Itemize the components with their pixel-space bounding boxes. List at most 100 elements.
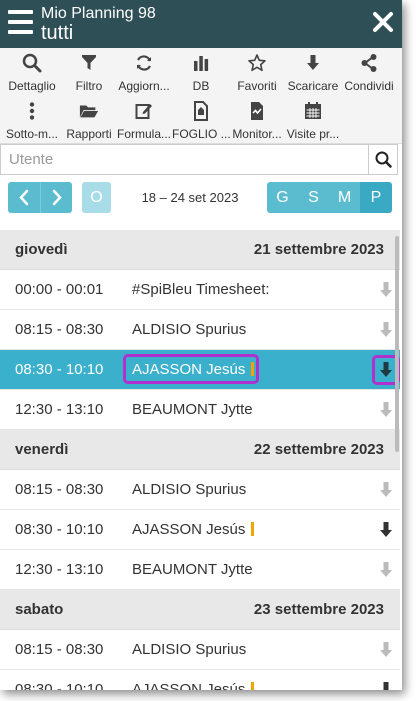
download-icon[interactable] xyxy=(378,400,394,420)
appointment-row[interactable]: 08:30 - 10:10 AJASSON Jesús xyxy=(0,670,400,690)
appointment-row[interactable]: 12:30 - 13:10 BEAUMONT Jytte xyxy=(0,550,400,590)
appointment-person: ALDISIO Spurius xyxy=(132,641,246,658)
o-button[interactable]: O xyxy=(82,182,111,213)
download-icon[interactable] xyxy=(378,560,394,580)
appointment-time: 08:15 - 08:30 xyxy=(15,481,104,498)
db-button[interactable]: DB xyxy=(172,50,230,96)
menu-icon[interactable] xyxy=(8,10,33,36)
appointment-person: #SpiBleu Timesheet: xyxy=(132,281,270,298)
monitor-button[interactable]: Monitor... xyxy=(228,98,286,144)
monitor-doc-icon xyxy=(228,101,286,125)
download-icon[interactable] xyxy=(378,280,394,300)
filtro-button[interactable]: Filtro xyxy=(60,50,118,96)
download-icon[interactable] xyxy=(378,640,394,660)
filtro-label: Filtro xyxy=(75,79,103,93)
appointment-time: 08:15 - 08:30 xyxy=(15,321,104,338)
highlight-box-person xyxy=(123,354,259,384)
app-title: Mio Planning 98 xyxy=(41,5,156,22)
appointment-time: 08:30 - 10:10 xyxy=(15,361,104,378)
share-icon xyxy=(340,53,398,77)
appointment-row[interactable]: 08:15 - 08:30 ALDISIO Spurius xyxy=(0,470,400,510)
rapporti-button[interactable]: Rapporti xyxy=(60,98,118,144)
day-name: giovedì xyxy=(15,241,68,258)
dettaglio-label: Dettaglio xyxy=(8,79,56,93)
search-icon xyxy=(375,151,392,168)
download-icon xyxy=(284,53,342,77)
aggiorna-button[interactable]: Aggiorn... xyxy=(115,50,173,96)
appointment-person-name: BEAUMONT Jytte xyxy=(132,561,253,578)
app-window: Mio Planning 98 tutti Dettaglio Filtro A… xyxy=(0,0,402,690)
download-icon[interactable] xyxy=(378,680,394,690)
appointment-row[interactable]: 12:30 - 13:10 BEAUMONT Jytte xyxy=(0,390,400,430)
appointment-row[interactable]: 08:30 - 10:10 AJASSON Jesús xyxy=(0,510,400,550)
appointment-row[interactable]: 08:15 - 08:30 ALDISIO Spurius xyxy=(0,310,400,350)
appointment-person-name: AJASSON Jesús xyxy=(132,521,246,538)
appointment-row[interactable]: 08:30 - 10:10 AJASSON Jesús xyxy=(0,350,400,390)
visite-label: Visite pr... xyxy=(286,127,340,141)
download-icon[interactable] xyxy=(378,320,394,340)
appointment-list: giovedì 21 settembre 2023 00:00 - 00:01 #Sp… xyxy=(0,230,400,690)
edit-icon xyxy=(115,101,173,125)
view-s-button[interactable]: S xyxy=(298,182,329,213)
appointment-time: 12:30 - 13:10 xyxy=(15,401,104,418)
day-header: sabato 23 settembre 2023 xyxy=(0,590,400,630)
view-m-button[interactable]: M xyxy=(329,182,360,213)
status-marker xyxy=(251,522,255,536)
day-date: 21 settembre 2023 xyxy=(253,241,384,258)
chevron-left-icon xyxy=(19,189,29,206)
appointment-person-name: ALDISIO Spurius xyxy=(132,641,247,658)
foglio-button[interactable]: FOGLIO ... xyxy=(172,98,230,144)
app-subtitle: tutti xyxy=(41,22,74,44)
search-bar xyxy=(0,144,398,175)
appointment-time: 00:00 - 00:01 xyxy=(15,281,104,298)
appointment-time: 08:30 - 10:10 xyxy=(15,681,104,690)
appointment-person: AJASSON Jesús xyxy=(132,681,255,690)
appointment-row[interactable]: 08:15 - 08:30 ALDISIO Spurius xyxy=(0,630,400,670)
appointment-person: BEAUMONT Jytte xyxy=(132,561,253,578)
download-icon[interactable] xyxy=(378,480,394,500)
search-button[interactable] xyxy=(368,145,397,174)
sotto-menu-button[interactable]: Sotto-m... xyxy=(3,98,61,144)
day-header: venerdì 22 settembre 2023 xyxy=(0,430,400,470)
document-icon xyxy=(172,101,230,125)
header-bar: Mio Planning 98 tutti xyxy=(0,0,402,48)
next-week-button[interactable] xyxy=(40,182,72,213)
filter-icon xyxy=(60,53,118,77)
star-icon xyxy=(228,53,286,77)
appointment-person-name: AJASSON Jesús xyxy=(132,681,246,690)
favoriti-label: Favoriti xyxy=(237,79,277,93)
prev-week-button[interactable] xyxy=(8,182,40,213)
appointment-person: BEAUMONT Jytte xyxy=(132,401,253,418)
day-date: 22 settembre 2023 xyxy=(253,441,384,458)
rapporti-label: Rapporti xyxy=(66,127,112,141)
scaricare-label: Scaricare xyxy=(287,79,339,93)
appointment-row[interactable]: 00:00 - 00:01 #SpiBleu Timesheet: xyxy=(0,270,400,310)
scaricare-button[interactable]: Scaricare xyxy=(284,50,342,96)
view-p-button[interactable]: P xyxy=(360,182,392,213)
condividi-button[interactable]: Condividi xyxy=(340,50,398,96)
refresh-icon xyxy=(115,53,173,77)
sotto-menu-label: Sotto-m... xyxy=(5,127,58,141)
formula-button[interactable]: Formula... xyxy=(115,98,173,144)
close-icon[interactable] xyxy=(372,10,394,34)
db-label: DB xyxy=(192,79,210,93)
appointment-person-name: ALDISIO Spurius xyxy=(132,481,247,498)
monitor-label: Monitor... xyxy=(232,127,282,141)
condividi-label: Condividi xyxy=(344,79,394,93)
search-input[interactable] xyxy=(1,145,369,174)
download-icon[interactable] xyxy=(378,520,394,540)
dettaglio-button[interactable]: Dettaglio xyxy=(3,50,61,96)
foglio-label: FOGLIO ... xyxy=(172,127,230,141)
appointment-person-name: #SpiBleu Timesheet: xyxy=(132,281,270,298)
view-g-button[interactable]: G xyxy=(267,182,298,213)
visite-button[interactable]: Visite pr... xyxy=(284,98,342,144)
date-range: 18 – 24 set 2023 xyxy=(141,190,239,205)
favoriti-button[interactable]: Favoriti xyxy=(228,50,286,96)
chevron-right-icon xyxy=(52,189,62,206)
scrollbar[interactable] xyxy=(395,236,399,452)
search-icon xyxy=(3,53,61,77)
toolbar: Dettaglio Filtro Aggiorn... DB Favoriti … xyxy=(0,48,402,144)
appointment-person: ALDISIO Spurius xyxy=(132,321,246,338)
appointment-time: 08:15 - 08:30 xyxy=(15,641,104,658)
calendar-icon xyxy=(284,101,342,125)
